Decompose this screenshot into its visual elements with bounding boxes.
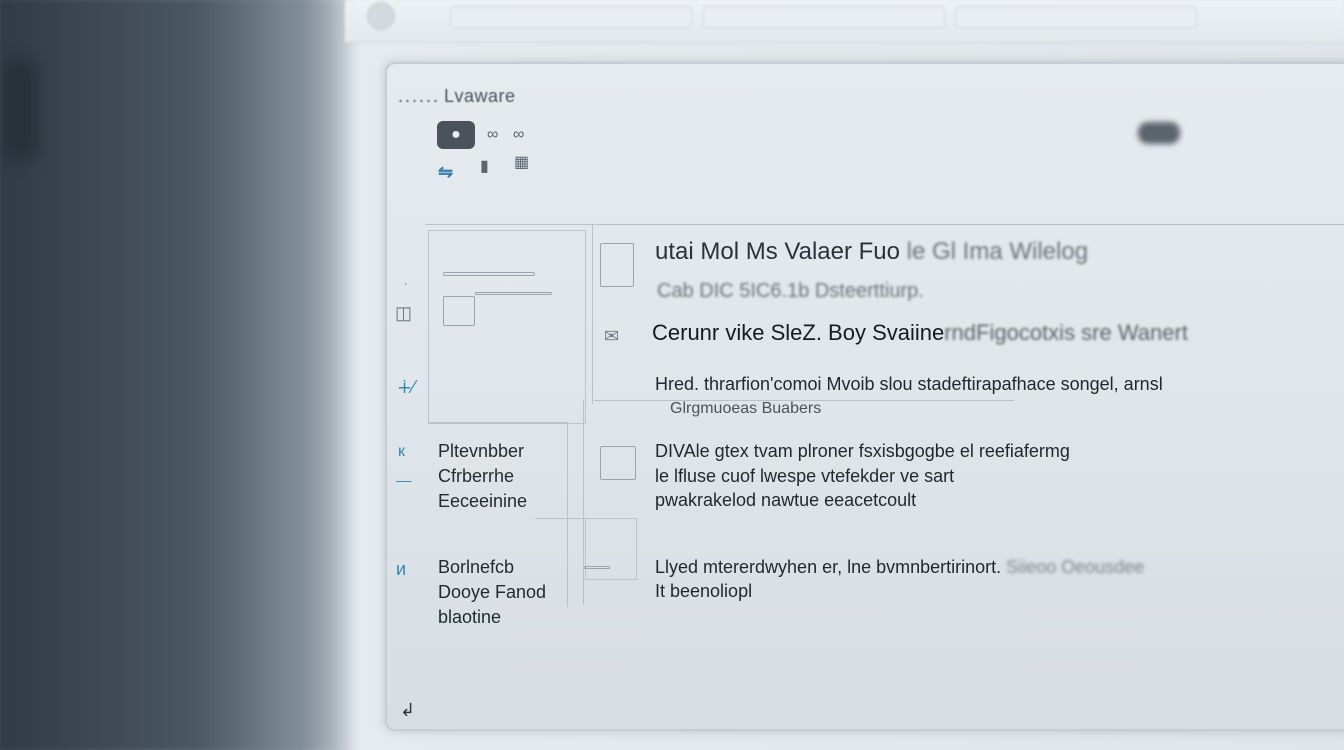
bar-icon[interactable]: ▮ — [480, 156, 489, 176]
divider-box — [585, 518, 637, 580]
glasses-icon[interactable]: ∞ — [513, 126, 524, 144]
message-line-text: Llyed mtererdwyhen er, lne bvmnbertirino… — [655, 557, 1002, 577]
sidebar-item-line: blaotine — [438, 607, 502, 627]
sidebar-item-2[interactable]: Borlnefcb Dooye Fanod blaotine — [438, 555, 546, 630]
message-line: It beenoliopl — [655, 581, 753, 601]
preview-box — [428, 230, 586, 424]
sidebar-item-line: Borlnefcb — [438, 557, 515, 577]
nav-button[interactable] — [367, 2, 395, 30]
heading-text: utai Mol Ms Valaer Fuo — [655, 238, 900, 265]
small-mark-icon: · — [404, 276, 408, 290]
background-smudge — [4, 60, 38, 160]
message-title-faded: rndFigocotxis sre Wanert — [944, 320, 1188, 345]
message-line: le lfluse cuof lwespe vtefekder ve sart — [655, 466, 955, 486]
hash-icon[interactable]: ∔⁄ — [397, 377, 415, 398]
title-prefix: ...... — [398, 86, 441, 106]
sidebar-item-1[interactable]: Pltevnbber Cfrberrhe Eeceeinine — [438, 439, 527, 514]
sidebar-item-line: Cfrberrhe — [438, 466, 515, 486]
content-subheading: Cab DIC 5IC6.1b Dsteerttiurp. — [657, 280, 924, 303]
preview-line — [443, 272, 535, 276]
content-heading: utai Mol Ms Valaer Fuo le Gl Ima Wilelog — [655, 238, 1088, 266]
k-icon[interactable]: к — [398, 443, 405, 461]
message-title[interactable]: Cerunr vike SleZ. Boy SvaiinerndFigocotx… — [652, 320, 1188, 346]
heading-faded-text: le Gl Ima Wilelog — [906, 238, 1089, 265]
dash-icon[interactable]: –– — [396, 472, 412, 488]
glasses-icon[interactable]: ∞ — [487, 126, 498, 144]
preview-image-icon — [443, 296, 475, 326]
window-control[interactable] — [1138, 122, 1180, 144]
message-line: DIVAle gtex tvam plroner fsxisbgogbe el … — [655, 441, 1070, 461]
divider — [567, 422, 568, 607]
subheading-text: Cab DIC 5IC6.1b Dsteerttiurp. — [657, 280, 924, 302]
message-line: Llyed mtererdwyhen er, lne bvmnbertirino… — [655, 557, 1144, 578]
message-line: Hred. thrarfion'comoi Mvoib slou stadeft… — [655, 374, 1163, 394]
sidebar-item-line: Pltevnbber — [438, 441, 525, 461]
message-line: pwakrakelod nawtue eeacetcoult — [655, 490, 917, 510]
background-blur-left — [0, 0, 350, 750]
attachment-icon — [600, 446, 636, 480]
divider — [428, 422, 568, 423]
document-icon[interactable]: ◫ — [395, 303, 412, 324]
mail-icon[interactable]: ✉ — [604, 326, 619, 347]
preview-line — [475, 292, 552, 295]
divider — [425, 224, 1344, 225]
link-icon[interactable]: ⇋ — [438, 162, 453, 183]
nk-icon[interactable]: и — [396, 559, 406, 580]
window-title: ...... Lvaware — [398, 86, 516, 107]
lock-icon[interactable]: ▦ — [514, 152, 529, 172]
message-line-faded: Siieoo Oeousdee — [1006, 557, 1145, 577]
tab[interactable] — [450, 6, 692, 28]
sidebar-item-line: Eeceeinine — [438, 491, 528, 511]
divider — [583, 400, 584, 605]
file-icon — [600, 243, 634, 287]
tab[interactable] — [955, 6, 1197, 28]
sidebar-item-line: Dooye Fanod — [438, 582, 547, 602]
title-text: Lvaware — [444, 86, 516, 106]
divider — [592, 224, 593, 404]
message-subline: Glrgmuoeas Buabers — [670, 400, 822, 417]
message-title-text: Cerunr vike SleZ. Boy Svaiine — [652, 320, 945, 345]
corner-mark-icon: ↲ — [400, 700, 416, 720]
person-icon[interactable]: ● — [437, 121, 475, 149]
tab[interactable] — [703, 6, 945, 28]
top-toolbar — [345, 0, 1344, 43]
row-marker — [584, 566, 610, 569]
